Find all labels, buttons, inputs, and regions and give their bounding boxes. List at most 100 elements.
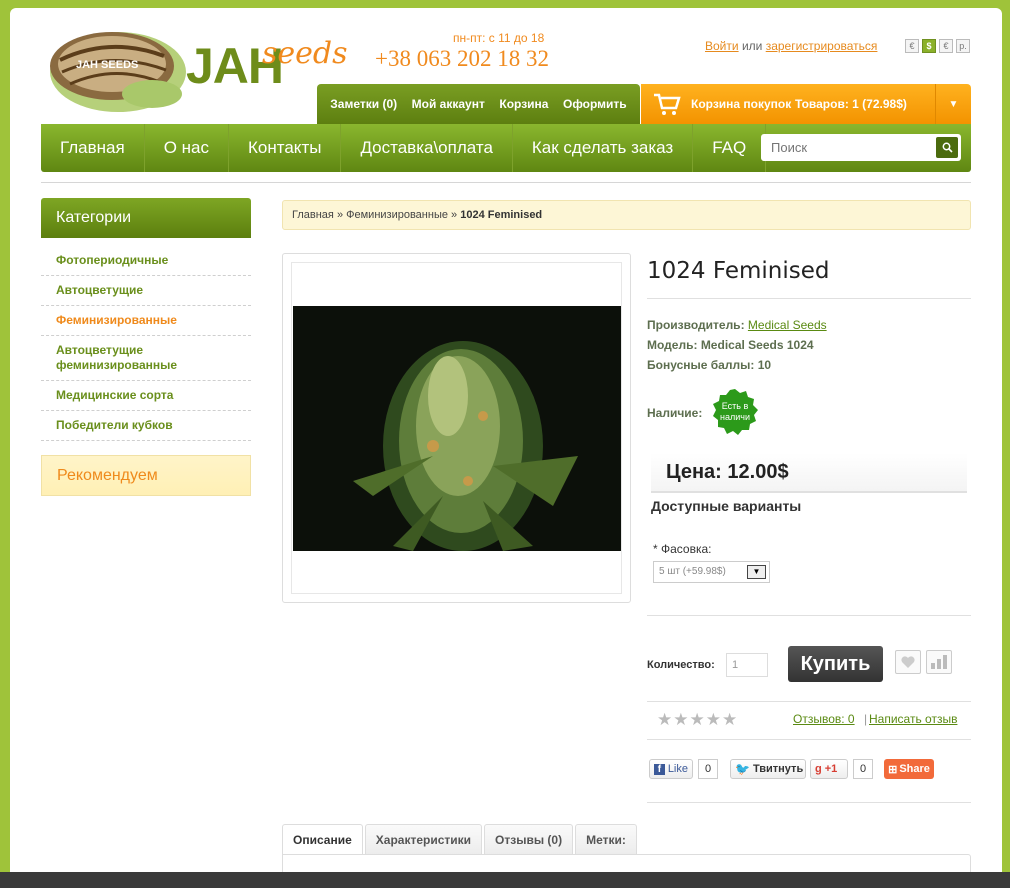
manufacturer-row: Производитель: Medical Seeds: [647, 318, 827, 332]
bonus-row: Бонусные баллы: 10: [647, 358, 771, 372]
share-plus-icon: ⊞: [888, 763, 898, 776]
search-button[interactable]: [936, 137, 958, 158]
nav-about[interactable]: О нас: [145, 124, 230, 172]
category-feminized[interactable]: Феминизированные: [41, 306, 251, 336]
wishlist-link[interactable]: Заметки (0): [330, 97, 397, 111]
logo-seeds-text[interactable]: seeds: [262, 36, 348, 71]
share-button[interactable]: ⊞ Share: [884, 759, 934, 779]
user-nav: Заметки (0) Мой аккаунт Корзина Оформить: [317, 84, 640, 124]
category-photoperiod[interactable]: Фотопериодичные: [41, 246, 251, 276]
add-to-wishlist-button[interactable]: [895, 650, 921, 674]
quantity-label: Количество:: [647, 659, 715, 671]
bottom-bar: [0, 872, 1010, 888]
facebook-like-button[interactable]: f Like: [649, 759, 693, 779]
working-hours: пн-пт: с 11 до 18: [453, 31, 545, 45]
search-box: [761, 134, 961, 161]
google-icon: g: [815, 763, 822, 775]
google-plus-button[interactable]: g +1: [810, 759, 848, 779]
nav-home[interactable]: Главная: [41, 124, 145, 172]
buy-button[interactable]: Купить: [788, 646, 883, 682]
bonus-value: 10: [757, 358, 772, 372]
add-to-compare-button[interactable]: [926, 650, 952, 674]
reviews-divider: [647, 739, 971, 740]
quantity-input[interactable]: [726, 653, 768, 677]
nav-faq[interactable]: FAQ: [693, 124, 767, 172]
social-divider: [647, 802, 971, 803]
manufacturer-link[interactable]: Medical Seeds: [748, 318, 827, 332]
currency-switcher: € $ € р.: [905, 39, 970, 53]
heart-icon: [901, 656, 915, 668]
product-image-frame[interactable]: [291, 262, 622, 594]
currency-ruble[interactable]: р.: [956, 39, 970, 53]
cart-link[interactable]: Корзина: [499, 97, 548, 111]
model-row: Модель: Medical Seeds 1024: [647, 338, 814, 352]
login-link[interactable]: Войти: [705, 39, 739, 53]
seed-logo-image[interactable]: JAH SEEDS: [40, 16, 190, 118]
product-title: 1024 Feminised: [647, 258, 830, 284]
tweet-button[interactable]: 🐦 Твитнуть: [730, 759, 806, 779]
reviews-count-link[interactable]: Отзывов: 0: [793, 712, 855, 726]
cart-widget[interactable]: Корзина покупок Товаров: 1 (72.98$) ▼: [641, 84, 971, 124]
bonus-label: Бонусные баллы:: [647, 358, 755, 372]
category-cup-winners[interactable]: Победители кубков: [41, 411, 251, 441]
tab-description[interactable]: Описание: [282, 824, 363, 855]
like-count: 0: [698, 759, 718, 779]
chevron-down-icon: ▼: [747, 565, 766, 579]
pack-select-value: 5 шт (+59.98$): [659, 566, 726, 577]
nav-contacts[interactable]: Контакты: [229, 124, 342, 172]
stock-label-text: Наличие:: [647, 406, 703, 420]
nav-how-to-order[interactable]: Как сделать заказ: [513, 124, 694, 172]
breadcrumb-sep-2: »: [451, 209, 458, 221]
svg-text:JAH SEEDS: JAH SEEDS: [76, 59, 138, 71]
category-list: Фотопериодичные Автоцветущие Феминизиров…: [41, 246, 251, 441]
breadcrumb-current: 1024 Feminised: [460, 209, 543, 221]
cart-dropdown-toggle[interactable]: ▼: [935, 84, 971, 124]
cart-title: Корзина покупок: [691, 97, 792, 111]
product-tabs: Описание Характеристики Отзывы (0) Метки…: [282, 824, 639, 855]
compare-icon: [931, 663, 935, 669]
register-link[interactable]: зарегистрироваться: [766, 39, 878, 53]
category-auto-feminized[interactable]: Автоцветущие феминизированные: [41, 336, 251, 381]
auth-or: или: [741, 39, 763, 53]
currency-euro[interactable]: €: [905, 39, 919, 53]
write-review-link[interactable]: Написать отзыв: [869, 712, 957, 726]
auth-links: Войти или зарегистрироваться: [705, 39, 877, 53]
account-link[interactable]: Мой аккаунт: [412, 97, 485, 111]
tab-specifications[interactable]: Характеристики: [364, 824, 483, 855]
search-icon: [942, 142, 953, 153]
category-autoflowering[interactable]: Автоцветущие: [41, 276, 251, 306]
model-value: Medical Seeds 1024: [700, 338, 814, 352]
product-image-box: [282, 253, 631, 603]
nav-delivery[interactable]: Доставка\оплата: [341, 124, 513, 172]
title-divider: [647, 298, 971, 299]
plus-count: 0: [853, 759, 873, 779]
phone-number: +38 063 202 18 32: [375, 46, 549, 71]
tab-tags[interactable]: Метки:: [575, 824, 637, 855]
shopping-cart-icon: [654, 93, 681, 115]
currency-dollar[interactable]: $: [922, 39, 936, 53]
chevron-down-icon: ▼: [948, 98, 959, 110]
compare-icon-bar-2: [943, 655, 947, 669]
buy-divider: [647, 701, 971, 702]
tab-reviews[interactable]: Отзывы (0): [484, 824, 574, 855]
pack-select[interactable]: 5 шт (+59.98$) ▼: [653, 561, 770, 583]
currency-euro-2[interactable]: €: [939, 39, 953, 53]
category-medical[interactable]: Медицинские сорта: [41, 381, 251, 411]
breadcrumb-home[interactable]: Главная: [292, 209, 334, 221]
breadcrumb-category[interactable]: Феминизированные: [346, 209, 448, 221]
like-label: Like: [667, 763, 688, 775]
checkout-link[interactable]: Оформить: [563, 97, 627, 111]
facebook-icon: f: [654, 763, 665, 775]
svg-text:Есть в: Есть в: [722, 401, 749, 411]
header-divider: [41, 182, 971, 183]
svg-text:наличи: наличи: [720, 412, 750, 422]
breadcrumb: Главная » Феминизированные » 1024 Femini…: [282, 200, 971, 230]
page: JAH SEEDS JAH seeds пн-пт: с 11 до 18 +3…: [10, 8, 1002, 888]
in-stock-badge: Есть в наличи: [713, 389, 758, 435]
search-input[interactable]: [771, 140, 921, 155]
rating-stars: ★★★★★: [657, 710, 738, 730]
reviews-separator: |: [864, 712, 868, 726]
recommended-heading: Рекомендуем: [41, 455, 251, 496]
product-photo[interactable]: [293, 306, 621, 551]
breadcrumb-sep: »: [336, 209, 344, 221]
